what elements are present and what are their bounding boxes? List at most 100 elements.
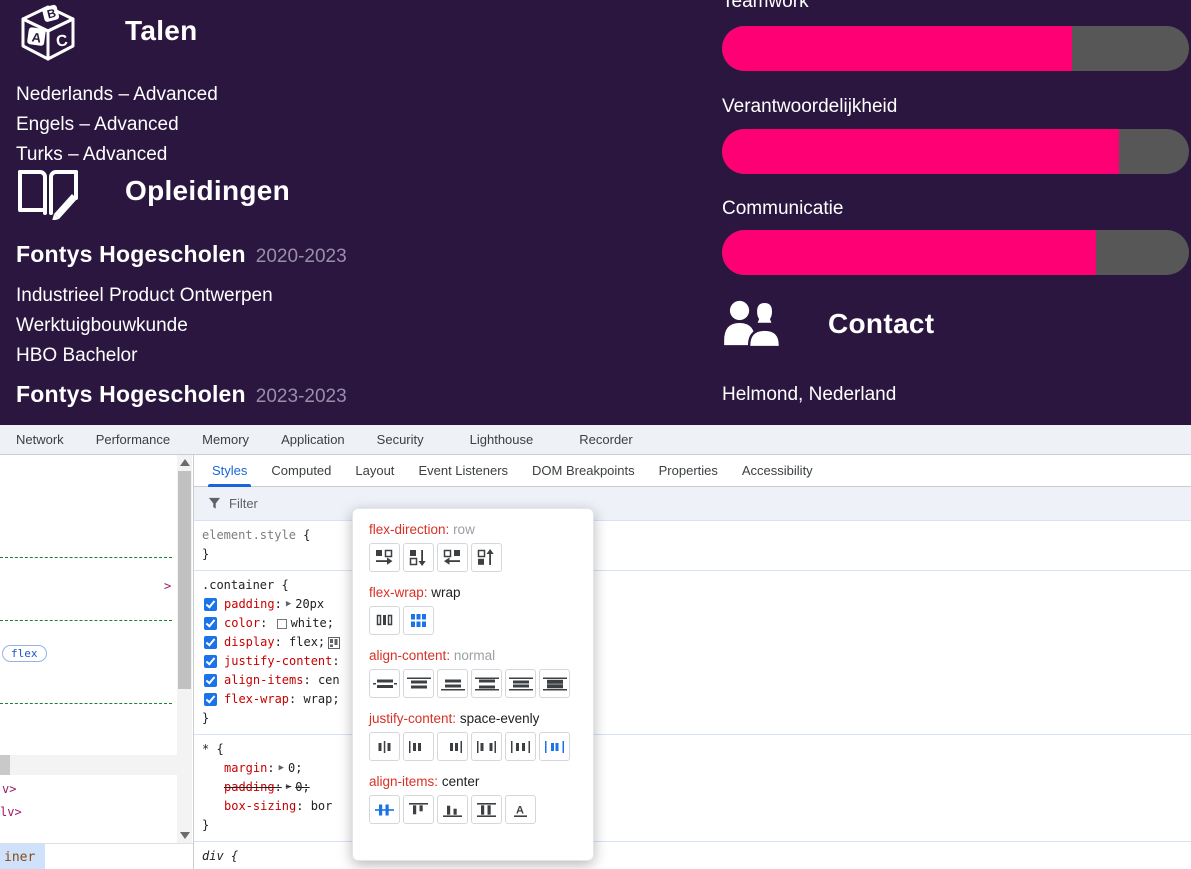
devtools-tab-bar: Network Performance Memory Application S…	[0, 425, 1191, 455]
align-items-center-button[interactable]	[369, 795, 400, 824]
flex-editor-icon[interactable]	[328, 637, 340, 649]
tab-performance[interactable]: Performance	[80, 425, 186, 455]
dom-tag-fragment[interactable]: >	[164, 579, 171, 593]
horizontal-scrollbar-thumb[interactable]	[0, 755, 10, 775]
flex-wrap-wrap-button[interactable]	[403, 606, 434, 635]
css-rule-universal: * { margin: ▶ 0; padding: ▶ 0; box-sizin…	[194, 735, 1191, 842]
color-swatch[interactable]	[277, 619, 287, 629]
css-value: 20px	[295, 595, 324, 614]
expander-arrow-icon[interactable]: ▶	[279, 759, 284, 778]
align-items-baseline-button[interactable]: A	[505, 795, 536, 824]
screen: A B C Talen Nederlands – Advanced Engels…	[0, 0, 1191, 869]
school-years: 2020-2023	[256, 246, 347, 267]
property-checkbox[interactable]	[204, 693, 217, 706]
align-items-stretch-button[interactable]	[471, 795, 502, 824]
svg-text:C: C	[55, 32, 69, 51]
property-checkbox[interactable]	[204, 598, 217, 611]
css-rules: element.style { } .container { padding: …	[194, 521, 1191, 869]
align-content-flex-start-button[interactable]	[403, 669, 434, 698]
align-content-space-around-button[interactable]	[505, 669, 536, 698]
tab-dom-breakpoints[interactable]: DOM Breakpoints	[520, 455, 647, 487]
flex-direction-row-button[interactable]	[369, 543, 400, 572]
css-property: padding	[224, 778, 275, 797]
justify-content-flex-end-button[interactable]	[437, 732, 468, 761]
property-checkbox[interactable]	[204, 674, 217, 687]
skill-label: Communicatie	[722, 198, 843, 220]
brace: {	[303, 528, 310, 542]
property-checkbox[interactable]	[204, 655, 217, 668]
flex-direction-row-reverse-button[interactable]	[437, 543, 468, 572]
skill-bar-fill	[722, 129, 1119, 174]
justify-content-space-between-button[interactable]	[471, 732, 502, 761]
css-property: justify-content	[224, 652, 332, 671]
flexbox-editor-popup: flex-direction: row flex-wrap: wrap	[352, 508, 594, 861]
vertical-scrollbar-thumb[interactable]	[178, 471, 191, 689]
horizontal-scrollbar[interactable]	[0, 755, 177, 775]
tab-recorder[interactable]: Recorder	[563, 425, 648, 455]
css-value: white;	[291, 614, 334, 633]
education-entry: Fontys Hogescholen 2020-2023	[16, 241, 347, 268]
flex-editor-value: normal	[454, 648, 495, 663]
flex-editor-property: align-content	[369, 648, 446, 663]
tab-memory[interactable]: Memory	[186, 425, 265, 455]
tab-computed[interactable]: Computed	[259, 455, 343, 487]
language-item: Engels – Advanced	[16, 110, 218, 140]
school-name: Fontys Hogescholen	[16, 381, 246, 407]
justify-content-flex-start-button[interactable]	[403, 732, 434, 761]
expander-arrow-icon[interactable]: ▶	[286, 595, 291, 614]
skill-bar-verantwoordelijkheid	[722, 129, 1189, 174]
styles-sidebar: Styles Computed Layout Event Listeners D…	[193, 455, 1191, 869]
flex-editor-property: align-items	[369, 774, 434, 789]
tab-network[interactable]: Network	[0, 425, 80, 455]
tab-event-listeners[interactable]: Event Listeners	[406, 455, 520, 487]
flex-badge[interactable]: flex	[2, 645, 47, 662]
vertical-scrollbar[interactable]	[177, 455, 192, 843]
css-property: flex-wrap	[224, 690, 289, 709]
contact-location: Helmond, Nederland	[722, 380, 896, 410]
school-name: Fontys Hogescholen	[16, 241, 246, 267]
contact-people-icon	[722, 298, 784, 348]
expander-arrow-icon[interactable]: ▶	[286, 778, 291, 797]
skill-bar-teamwork	[722, 26, 1189, 71]
align-content-center-button[interactable]	[369, 669, 400, 698]
skill-bar-fill	[722, 26, 1072, 71]
align-content-space-between-button[interactable]	[471, 669, 502, 698]
tab-accessibility[interactable]: Accessibility	[730, 455, 825, 487]
styles-filter-bar[interactable]: Filter	[194, 487, 1191, 521]
css-rule-div: div { display: block;	[194, 842, 1191, 869]
funnel-icon	[208, 497, 221, 510]
css-value: 0;	[288, 759, 302, 778]
flex-guide-line	[0, 557, 172, 558]
scroll-down-arrow-icon[interactable]	[180, 832, 190, 839]
css-value: flex;	[289, 633, 325, 652]
align-content-flex-end-button[interactable]	[437, 669, 468, 698]
tab-styles[interactable]: Styles	[200, 455, 259, 487]
education-detail: Werktuigbouwkunde	[16, 311, 273, 341]
align-items-flex-end-button[interactable]	[437, 795, 468, 824]
flex-direction-column-button[interactable]	[403, 543, 434, 572]
breadcrumb-selected-item[interactable]: iner	[0, 844, 45, 869]
dom-tag-fragment[interactable]: lv>	[0, 805, 22, 819]
flex-direction-column-reverse-button[interactable]	[471, 543, 502, 572]
flex-editor-value: center	[442, 774, 480, 789]
education-detail: HBO Bachelor	[16, 341, 273, 371]
tab-security[interactable]: Security	[361, 425, 440, 455]
justify-content-center-button[interactable]	[369, 732, 400, 761]
scroll-up-arrow-icon[interactable]	[180, 459, 190, 466]
align-items-flex-start-button[interactable]	[403, 795, 434, 824]
tab-application[interactable]: Application	[265, 425, 361, 455]
css-property: color	[224, 614, 260, 633]
align-content-stretch-button[interactable]	[539, 669, 570, 698]
elements-tree-panel[interactable]: > flex v> lv>	[0, 455, 193, 843]
styles-sidebar-tab-bar: Styles Computed Layout Event Listeners D…	[194, 455, 1191, 487]
tab-properties[interactable]: Properties	[647, 455, 730, 487]
property-checkbox[interactable]	[204, 636, 217, 649]
property-checkbox[interactable]	[204, 617, 217, 630]
justify-content-space-around-button[interactable]	[505, 732, 536, 761]
tab-layout[interactable]: Layout	[343, 455, 406, 487]
dom-tag-fragment[interactable]: v>	[2, 782, 16, 796]
flex-wrap-nowrap-button[interactable]	[369, 606, 400, 635]
tab-lighthouse[interactable]: Lighthouse	[454, 425, 550, 455]
flex-editor-value: space-evenly	[460, 711, 540, 726]
justify-content-space-evenly-button[interactable]	[539, 732, 570, 761]
